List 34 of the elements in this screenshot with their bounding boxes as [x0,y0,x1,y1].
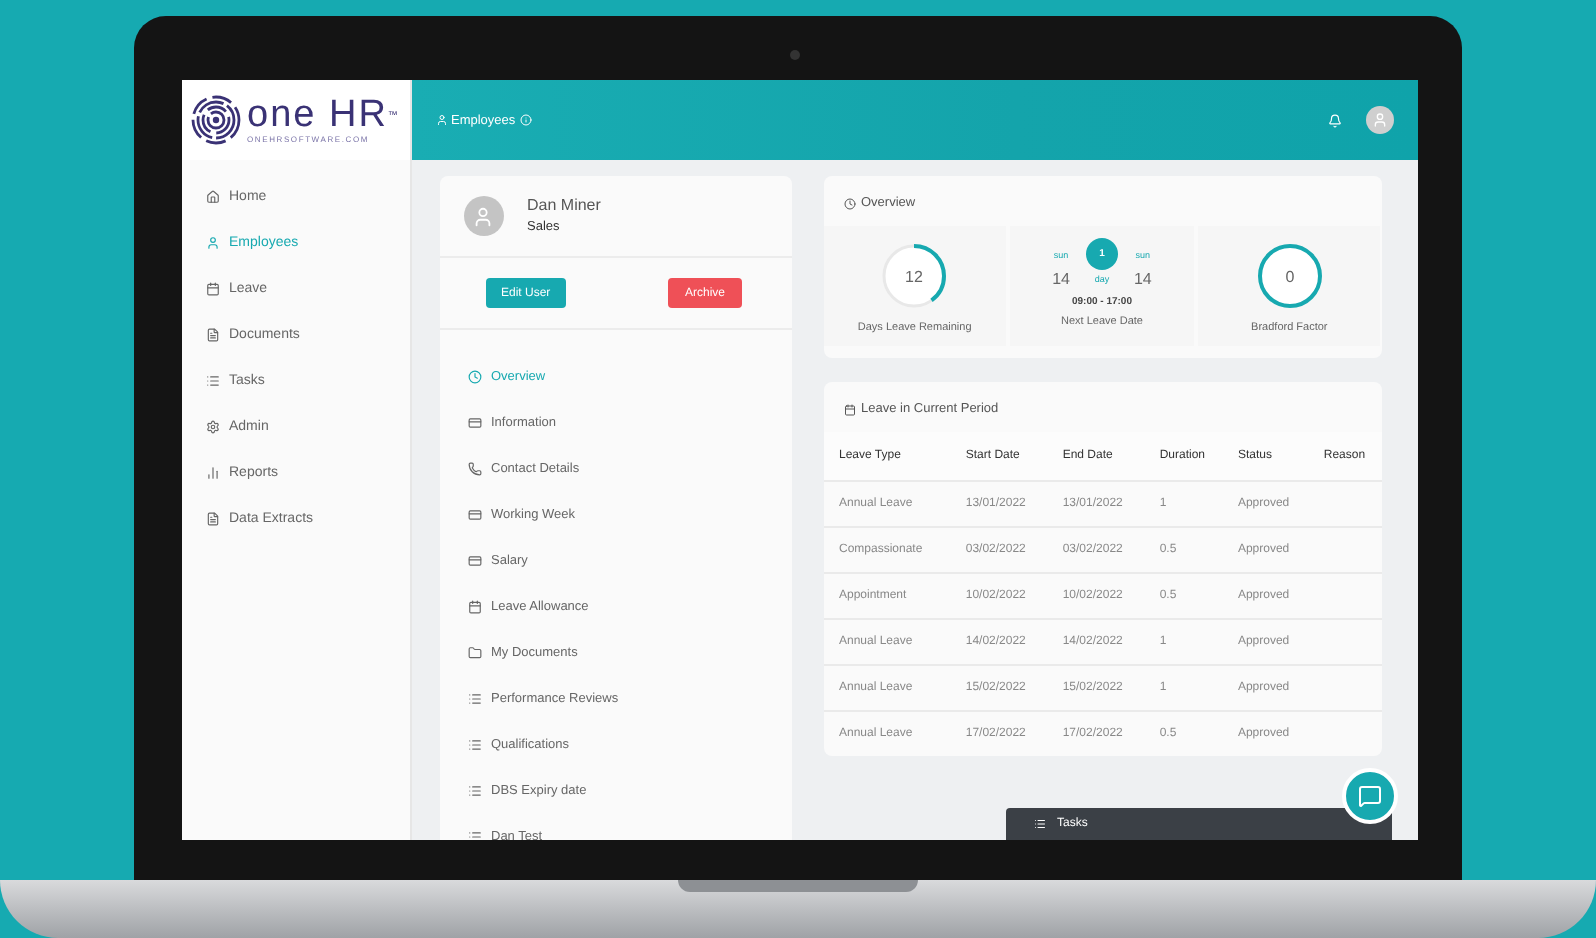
calendar-icon [843,403,855,415]
clock-icon [467,369,481,383]
list-icon [467,737,481,751]
date-number: 14 [1133,270,1152,288]
fingerprint-logo-icon [189,94,241,146]
list-icon [205,373,219,387]
home-icon [205,189,219,203]
date-number: 14 [1052,270,1070,288]
document-icon [205,327,219,341]
user-icon [205,235,219,249]
employee-name: Dan Miner [527,196,601,214]
bell-icon[interactable] [1327,113,1341,127]
card-icon [467,415,481,429]
avatar [463,196,503,236]
list-icon [467,691,481,705]
card-icon [467,553,481,567]
calendar-icon [205,281,219,295]
phone-icon [467,461,481,475]
bar-chart-icon [205,465,219,479]
user-icon [435,114,447,126]
calendar-icon [467,599,481,613]
info-icon [519,114,532,126]
chat-button[interactable] [1341,768,1397,824]
list-icon [1033,818,1045,830]
clock-icon [843,197,855,209]
avatar[interactable] [1365,106,1393,134]
document-icon [205,511,219,525]
list-icon [467,829,481,840]
camera-icon [790,50,800,60]
chat-icon [1357,784,1381,808]
card-icon [467,507,481,521]
list-icon [467,783,481,797]
gear-icon [205,419,219,433]
folder-icon [467,645,481,659]
